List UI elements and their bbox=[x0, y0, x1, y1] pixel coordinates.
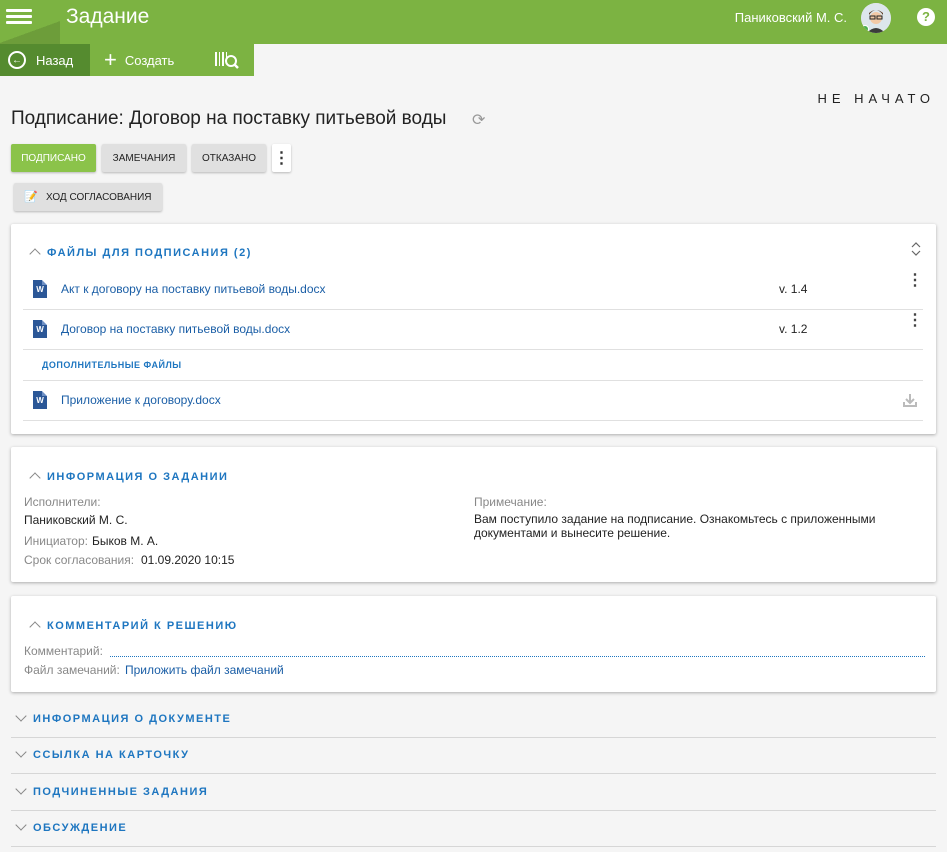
accordion-title: ИНФОРМАЦИЯ О ДОКУМЕНТЕ bbox=[33, 713, 232, 725]
barcode-search-icon bbox=[215, 52, 239, 69]
notes-button[interactable]: ЗАМЕЧАНИЯ bbox=[102, 144, 186, 172]
file-version: v. 1.2 bbox=[779, 322, 808, 336]
avatar[interactable] bbox=[861, 3, 891, 33]
barcode-search-button[interactable] bbox=[200, 44, 254, 76]
more-vert-icon[interactable]: ⋮ bbox=[907, 273, 923, 289]
word-file-icon: W bbox=[33, 280, 47, 298]
files-section-header[interactable]: ФАЙЛЫ ДЛЯ ПОДПИСАНИЯ (2) bbox=[29, 247, 252, 260]
accordion-subtasks[interactable]: ПОДЧИНЕННЫЕ ЗАДАНИЯ bbox=[11, 774, 936, 811]
help-icon[interactable]: ? bbox=[917, 8, 935, 26]
file-row: W Приложение к договору.docx bbox=[23, 381, 923, 421]
accordion-title: ОБСУЖДЕНИЕ bbox=[33, 822, 128, 834]
download-icon[interactable] bbox=[903, 393, 917, 407]
comment-input[interactable] bbox=[110, 656, 925, 657]
signed-button[interactable]: ПОДПИСАНО bbox=[11, 144, 96, 172]
file-version: v. 1.4 bbox=[779, 282, 808, 296]
user-name[interactable]: Паниковский М. С. bbox=[735, 10, 847, 25]
executors-value: Паниковский М. С. bbox=[24, 513, 128, 527]
chevron-down-icon bbox=[15, 710, 27, 722]
chevron-up-icon bbox=[29, 621, 41, 633]
attach-remarks-link[interactable]: Приложить файл замечаний bbox=[125, 663, 284, 677]
app-title: Задание bbox=[66, 5, 150, 28]
comment-label: Комментарий: bbox=[24, 644, 103, 658]
comment-card: КОММЕНТАРИЙ К РЕШЕНИЮ Комментарий: Файл … bbox=[11, 596, 936, 692]
chevron-up-icon bbox=[29, 472, 41, 484]
comment-section-header[interactable]: КОММЕНТАРИЙ К РЕШЕНИЮ bbox=[29, 620, 238, 633]
back-label: Назад bbox=[36, 52, 74, 68]
executors-label: Исполнители: bbox=[24, 495, 101, 509]
task-info-card: ИНФОРМАЦИЯ О ЗАДАНИИ Исполнители: Панико… bbox=[11, 447, 936, 582]
comment-section-title: КОММЕНТАРИЙ К РЕШЕНИЮ bbox=[47, 620, 238, 632]
accordion-title: ПОДЧИНЕННЫЕ ЗАДАНИЯ bbox=[33, 786, 209, 798]
deadline-value: 01.09.2020 10:15 bbox=[141, 553, 235, 567]
more-vert-icon[interactable]: ⋮ bbox=[907, 313, 923, 329]
initiator-value: Быков М. А. bbox=[92, 534, 159, 548]
files-card: ФАЙЛЫ ДЛЯ ПОДПИСАНИЯ (2) W Акт к договор… bbox=[11, 224, 936, 434]
remarks-file-label: Файл замечаний: bbox=[24, 663, 120, 677]
note-label: Примечание: bbox=[474, 495, 547, 509]
toolbar: ← Назад + Создать bbox=[0, 44, 947, 76]
note-value: Вам поступило задание на подписание. Озн… bbox=[474, 512, 876, 540]
task-info-header[interactable]: ИНФОРМАЦИЯ О ЗАДАНИИ bbox=[29, 471, 229, 484]
refused-button[interactable]: ОТКАЗАНО bbox=[192, 144, 266, 172]
create-button[interactable]: + Создать bbox=[90, 44, 200, 76]
file-name-link[interactable]: Договор на поставку питьевой воды.docx bbox=[61, 322, 290, 336]
online-indicator bbox=[861, 25, 869, 33]
task-status: НЕ НАЧАТО bbox=[817, 91, 935, 106]
additional-files-heading: ДОПОЛНИТЕЛЬНЫЕ ФАЙЛЫ bbox=[42, 360, 182, 370]
more-vert-icon[interactable]: ⋮ bbox=[272, 144, 291, 172]
accordion-document-info[interactable]: ИНФОРМАЦИЯ О ДОКУМЕНТЕ bbox=[11, 701, 936, 738]
refresh-icon[interactable]: ⟳ bbox=[472, 110, 485, 130]
file-row: W Акт к договору на поставку питьевой во… bbox=[23, 270, 923, 310]
back-icon: ← bbox=[8, 51, 26, 69]
file-row: W Договор на поставку питьевой воды.docx… bbox=[23, 310, 923, 350]
plus-icon: + bbox=[104, 47, 117, 72]
chevron-down-icon bbox=[15, 819, 27, 831]
approval-route-button[interactable]: 📝 ХОД СОГЛАСОВАНИЯ bbox=[14, 183, 162, 211]
menu-icon[interactable] bbox=[6, 6, 32, 28]
accordion-card-link[interactable]: ССЫЛКА НА КАРТОЧКУ bbox=[11, 737, 936, 774]
approval-route-label: ХОД СОГЛАСОВАНИЯ bbox=[46, 191, 152, 203]
collapse-icon[interactable] bbox=[911, 242, 921, 256]
chevron-down-icon bbox=[15, 746, 27, 758]
back-button[interactable]: ← Назад bbox=[0, 44, 90, 76]
accordion-title: ССЫЛКА НА КАРТОЧКУ bbox=[33, 749, 190, 761]
initiator-label: Инициатор: bbox=[24, 534, 88, 548]
chevron-down-icon bbox=[15, 783, 27, 795]
create-label: Создать bbox=[124, 52, 175, 68]
file-name-link[interactable]: Акт к договору на поставку питьевой воды… bbox=[61, 282, 326, 296]
task-info-title: ИНФОРМАЦИЯ О ЗАДАНИИ bbox=[47, 471, 229, 483]
files-section-title: ФАЙЛЫ ДЛЯ ПОДПИСАНИЯ (2) bbox=[47, 247, 252, 259]
route-icon: 📝 bbox=[24, 191, 38, 203]
file-name-link[interactable]: Приложение к договору.docx bbox=[61, 393, 221, 407]
page-title: Подписание: Договор на поставку питьевой… bbox=[11, 108, 447, 129]
word-file-icon: W bbox=[33, 320, 47, 338]
chevron-up-icon bbox=[29, 248, 41, 260]
word-file-icon: W bbox=[33, 391, 47, 409]
deadline-label: Срок согласования: bbox=[24, 553, 135, 567]
app-header: Задание Паниковский М. С. ? bbox=[0, 0, 947, 44]
accordion-discussion[interactable]: ОБСУЖДЕНИЕ bbox=[11, 810, 936, 847]
